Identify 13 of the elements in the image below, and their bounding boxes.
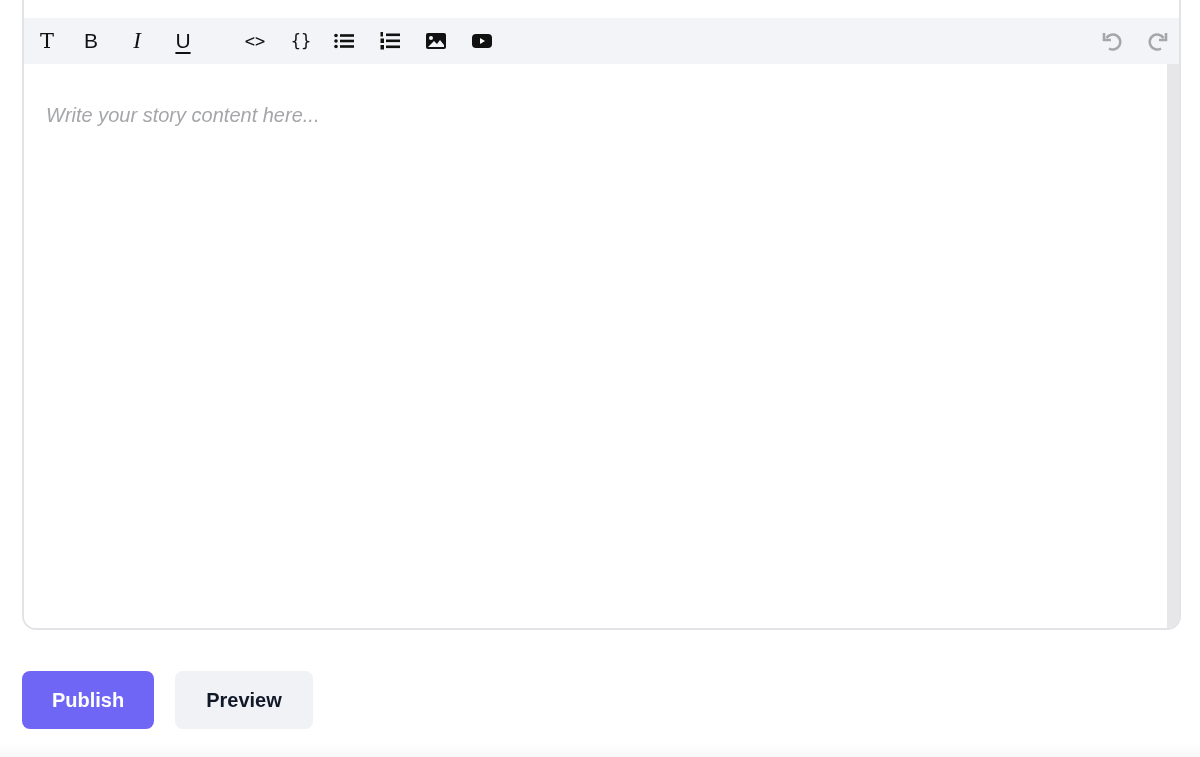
- bold-button[interactable]: B: [82, 26, 100, 56]
- numbered-list-icon[interactable]: [380, 32, 400, 50]
- preview-button[interactable]: Preview: [175, 671, 313, 729]
- bullet-list-icon[interactable]: [334, 33, 354, 49]
- publish-button[interactable]: Publish: [22, 671, 154, 729]
- image-icon[interactable]: [426, 33, 446, 49]
- italic-button[interactable]: I: [128, 26, 146, 56]
- inline-code-button[interactable]: <>: [242, 26, 268, 56]
- story-editor-field[interactable]: T B I U <> {} Write your story content here...: [22, 0, 1181, 630]
- text-style-button[interactable]: T: [36, 26, 58, 56]
- play-icon[interactable]: [472, 34, 492, 48]
- underline-button[interactable]: U: [174, 26, 192, 56]
- code-block-button[interactable]: {}: [288, 26, 314, 56]
